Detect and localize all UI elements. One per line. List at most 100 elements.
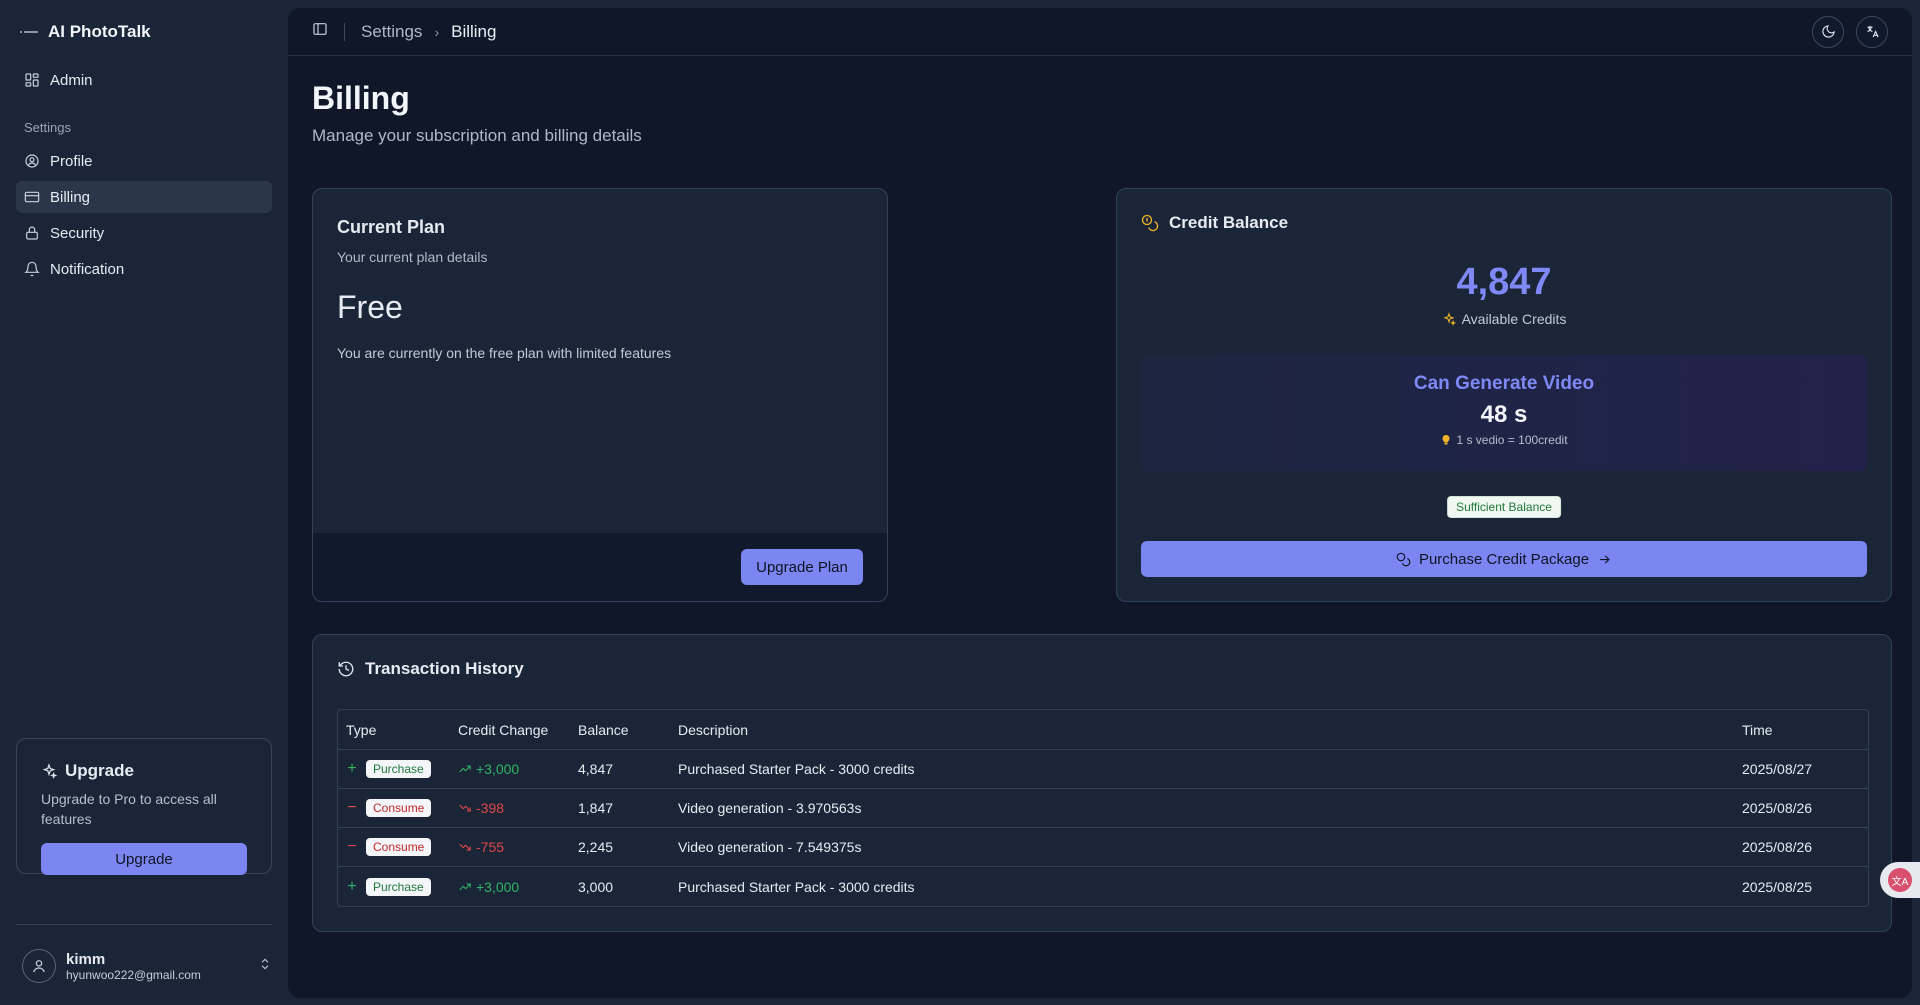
topbar-separator (344, 22, 345, 41)
credit-rate-text: 1 s vedio = 100credit (1456, 433, 1568, 447)
type-badge: Purchase (366, 760, 431, 778)
sidebar-divider (16, 924, 272, 925)
plus-icon: + (347, 877, 357, 895)
trending-down-icon (459, 843, 471, 851)
dashboard-icon (25, 73, 39, 87)
type-badge: Consume (366, 838, 432, 856)
user-name: kimm (66, 950, 106, 968)
breadcrumb: Settings › Billing (361, 22, 496, 42)
description-cell: Purchased Starter Pack - 3000 credits (678, 878, 915, 895)
user-menu[interactable]: kimm hyunwoo222@gmail.com (22, 948, 272, 984)
sidebar-item-label: Security (50, 224, 105, 242)
sidebar-item-label: Notification (50, 260, 125, 278)
credit-change: -398 (476, 800, 505, 816)
minus-icon: − (347, 799, 357, 816)
table-row: − Consume -755 2,245 Video generation - 7… (338, 828, 1868, 867)
breadcrumb-billing: Billing (451, 21, 497, 41)
column-header-type: Type (338, 710, 450, 750)
user-email: hyunwoo222@gmail.com (66, 967, 201, 982)
table-row: + Purchase +3,000 3,000 Purchased Starter… (338, 867, 1868, 906)
sidebar-item-profile[interactable]: Profile (16, 145, 272, 177)
transaction-history-header: Transaction History (337, 659, 524, 679)
sparkles-icon (1442, 312, 1456, 326)
sidebar-item-admin[interactable]: Admin (16, 64, 272, 96)
column-header-credit-change: Credit Change (450, 710, 570, 750)
credit-amount: 4,847 (1456, 261, 1552, 303)
current-plan-title: Current Plan (337, 217, 446, 237)
column-header-description: Description (670, 710, 1734, 750)
time-cell: 2025/08/26 (1734, 828, 1868, 867)
lightbulb-icon (1442, 435, 1450, 445)
brand-name: AI PhotoTalk (48, 22, 151, 41)
generate-video-label: Can Generate Video (1413, 373, 1595, 394)
current-plan-footer: Upgrade Plan (313, 533, 887, 601)
upgrade-button[interactable]: Upgrade (41, 843, 247, 875)
transaction-table: Type Credit Change Balance Description T… (337, 709, 1869, 907)
sidebar-item-label: Admin (50, 71, 93, 89)
purchase-credit-label: Purchase Credit Package (1418, 550, 1590, 568)
upgrade-card-header: Upgrade (41, 761, 247, 781)
user-icon (33, 960, 45, 973)
credit-balance-header: Credit Balance (1141, 213, 1288, 233)
credit-card-icon (24, 191, 40, 203)
user-info: kimm hyunwoo222@gmail.com (66, 951, 201, 982)
video-generation-box: Can Generate Video 48 s 1 s vedio = 100c… (1141, 355, 1867, 471)
plan-description: You are currently on the free plan with … (337, 345, 672, 361)
page-title: Billing (312, 80, 410, 116)
description-cell: Purchased Starter Pack - 3000 credits (670, 750, 1734, 789)
description-cell: Video generation - 3.970563s (670, 789, 1734, 828)
upgrade-card-title: Upgrade (65, 761, 134, 780)
main-content: Settings › Billing Billing Manage your s… (288, 8, 1912, 998)
language-button[interactable] (1856, 15, 1888, 48)
description-cell: Video generation - 7.549375s (670, 828, 1734, 867)
brand[interactable]: AI PhotoTalk (16, 0, 272, 64)
bell-icon (24, 261, 40, 277)
minus-icon: − (347, 838, 357, 855)
type-badge: Purchase (366, 877, 431, 896)
user-circle-icon (25, 154, 39, 168)
generate-video-seconds: 48 s (1480, 401, 1528, 428)
breadcrumb-chevron-icon: › (434, 23, 440, 40)
theme-toggle-button[interactable] (1812, 15, 1844, 48)
table-header-row: Type Credit Change Balance Description T… (338, 710, 1868, 750)
available-credits-label: Available Credits (1117, 311, 1891, 327)
brand-logo-icon (20, 31, 38, 33)
status-badge: Sufficient Balance (1447, 496, 1561, 518)
transaction-history-title: Transaction History (365, 659, 524, 678)
sparkles-icon (42, 763, 57, 779)
balance-cell: 3,000 (578, 878, 614, 895)
credit-rate: 1 s vedio = 100credit (1141, 433, 1867, 447)
upgrade-plan-button[interactable]: Upgrade Plan (741, 549, 863, 585)
sidebar-item-label: Billing (50, 188, 91, 206)
plan-name: Free (337, 289, 403, 325)
page-subtitle: Manage your subscription and billing det… (312, 126, 642, 145)
sidebar-toggle-icon[interactable] (312, 21, 328, 42)
current-plan-card: Current Plan Your current plan details F… (312, 188, 888, 602)
trending-up-icon (459, 883, 471, 890)
translate-icon: 文A (1888, 868, 1912, 892)
translate-widget-button[interactable]: 文A (1880, 862, 1920, 898)
time-cell: 2025/08/25 (1742, 878, 1813, 895)
trending-down-icon (459, 804, 471, 812)
purchase-credit-button[interactable]: Purchase Credit Package (1141, 541, 1867, 577)
sidebar-item-billing[interactable]: Billing (16, 181, 272, 213)
sidebar-item-security[interactable]: Security (16, 217, 272, 249)
topbar-actions (1812, 15, 1888, 48)
table-row: + Purchase +3,000 4,847 Purchased Starter… (338, 750, 1868, 789)
languages-icon (1866, 25, 1879, 38)
sidebar-item-notification[interactable]: Notification (16, 253, 272, 285)
credit-change: +3,000 (476, 761, 520, 777)
credit-balance-card: Credit Balance 4,847 Available Credits C… (1116, 188, 1892, 602)
table-row: − Consume -398 1,847 Video generation - 3… (338, 789, 1868, 828)
breadcrumb-settings[interactable]: Settings (361, 22, 422, 42)
chevrons-up-down-icon (258, 957, 272, 976)
topbar: Settings › Billing (288, 8, 1912, 56)
column-header-time: Time (1734, 710, 1868, 750)
upgrade-card: Upgrade Upgrade to Pro to access all fea… (16, 738, 272, 875)
current-plan-subtitle: Your current plan details (337, 249, 488, 265)
history-icon (338, 661, 354, 677)
available-credits-text: Available Credits (1461, 311, 1567, 327)
time-cell: 2025/08/27 (1734, 750, 1868, 789)
avatar (22, 949, 56, 983)
trending-up-icon (459, 765, 471, 773)
